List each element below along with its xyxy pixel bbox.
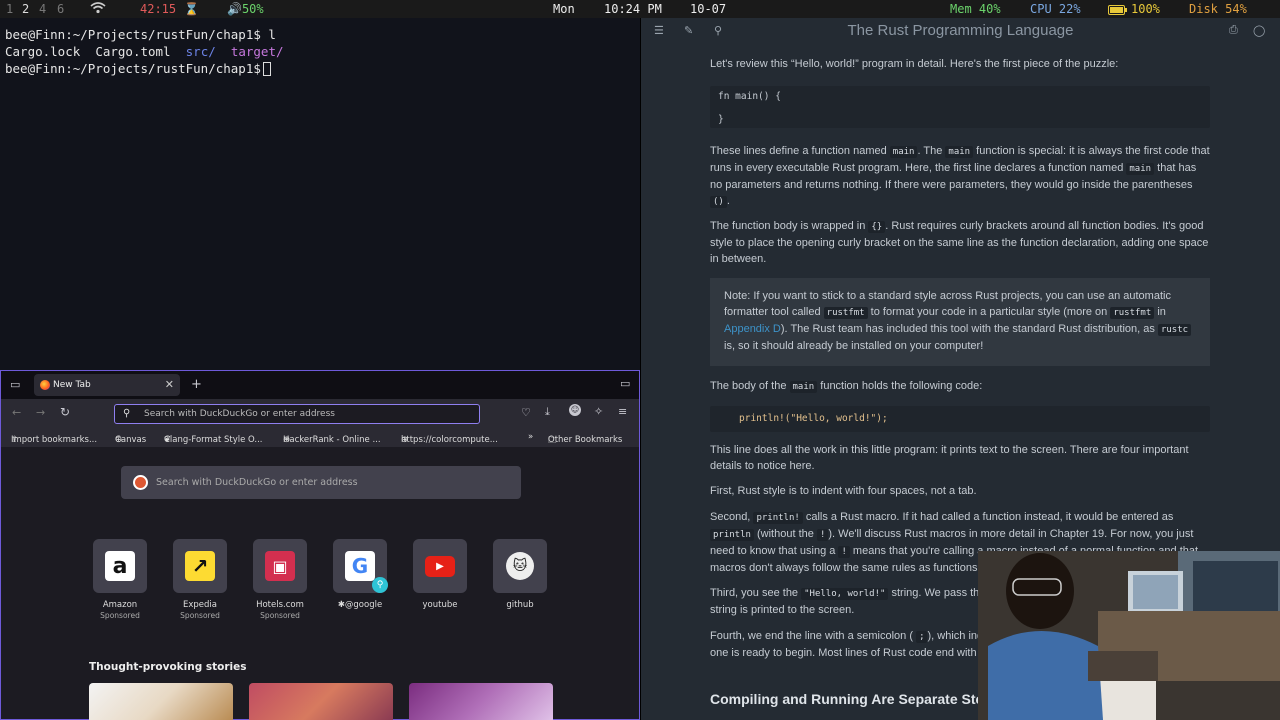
list-tabs-icon[interactable]: ▭ (620, 377, 630, 390)
book-header: ☰ ✎ ⚲ The Rust Programming Language ⎙ ◯ (641, 18, 1280, 44)
close-tab-icon[interactable]: ✕ (165, 378, 174, 391)
shortcut-label: Hotels.com (256, 600, 304, 610)
paragraph: First, Rust style is to indent with four… (710, 485, 977, 497)
shortcut-hotels[interactable]: ▣ Hotels.com Sponsored (245, 539, 315, 620)
search-icon: ⚲ (123, 408, 131, 419)
hourglass-icon: ⌛ (184, 2, 199, 16)
account-icon[interactable]: ☺ (569, 404, 581, 416)
battery-level: 100% (1131, 2, 1160, 16)
url-bar[interactable]: ⚲ Search with DuckDuckGo or enter addres… (114, 404, 480, 424)
amazon-icon: a (105, 551, 135, 581)
section-heading: Compiling and Running Are Separate Steps (710, 691, 1000, 707)
browser-window[interactable]: ▭ New Tab ✕ + ▭ ← → ↻ ♡ ⤓ ☺ ✧ ≡ ⚲ Search… (0, 370, 640, 720)
story-card-image[interactable] (89, 683, 233, 720)
shortcut-label: Amazon (102, 600, 138, 610)
timer: 42:15 (140, 2, 177, 16)
shortcut-label: ✱@google (337, 600, 383, 610)
date-label: 10-07 (690, 2, 727, 16)
shortcut-label: Expedia (183, 600, 217, 610)
status-bar: 1 2 4 6 42:15 ⌛ 🔊50% Mon 10:24 PM 10-07 … (0, 0, 1280, 18)
speaker-icon: 🔊 (227, 2, 242, 16)
memory-usage: Mem 40% (950, 2, 1001, 16)
webcam-overlay (978, 551, 1280, 720)
workspace-1[interactable]: 1 (6, 2, 13, 16)
code-block: println!("Hello, world!"); (710, 406, 1210, 432)
firefox-view-icon[interactable]: ▭ (10, 378, 20, 391)
download-icon[interactable]: ⤓ (545, 405, 550, 419)
terminal-window[interactable]: bee@Finn:~/Projects/rustFun/chap1$ l Car… (0, 18, 640, 370)
paragraph: The body of the main function holds the … (710, 380, 983, 393)
sponsored-label: Sponsored (100, 611, 140, 620)
print-icon[interactable]: ⎙ (1229, 24, 1238, 37)
shortcut-github[interactable]: 🐱 github (485, 539, 555, 610)
menu-icon[interactable]: ≡ (618, 405, 627, 418)
code-block: fn main() { } (710, 86, 1210, 128)
shortcut-label: youtube (422, 600, 458, 610)
day-label: Mon (553, 2, 575, 16)
pocket-icon[interactable]: ♡ (521, 406, 531, 419)
tab-new-tab[interactable]: New Tab ✕ (34, 374, 180, 396)
extensions-icon[interactable]: ✧ (594, 405, 603, 418)
bookmarks-toolbar: ⇪ Import bookmarks... ⊕ Canvas ❦ Clang-F… (1, 429, 639, 447)
duckduckgo-icon (133, 475, 148, 490)
clock: 10:24 PM (604, 2, 662, 16)
webcam-image (978, 551, 1280, 720)
hotels-icon: ▣ (265, 551, 295, 581)
workspace-4[interactable]: 4 (39, 2, 46, 16)
forward-icon[interactable]: → (36, 406, 45, 419)
expedia-icon: ↗ (185, 551, 215, 581)
paragraph: Let's review this “Hello, world!” progra… (710, 58, 1119, 70)
dir-entry: src/ (185, 44, 216, 59)
search-placeholder: Search with DuckDuckGo or enter address (156, 477, 358, 488)
paragraph: These lines define a function named main… (710, 145, 1210, 208)
workspace-2[interactable]: 2 (22, 2, 29, 16)
volume-indicator: 🔊50% (227, 2, 264, 16)
shortcut-amazon[interactable]: a Amazon Sponsored (85, 539, 155, 620)
cpu-usage: CPU 22% (1030, 2, 1081, 16)
terminal-line-1: bee@Finn:~/Projects/rustFun/chap1$ l (5, 27, 276, 42)
github-repo-icon[interactable]: ◯ (1253, 24, 1265, 37)
paragraph: The function body is wrapped in {}. Rust… (710, 220, 1209, 265)
google-icon: G (345, 551, 375, 581)
newtab-search-box[interactable]: Search with DuckDuckGo or enter address (121, 466, 521, 499)
new-tab-icon[interactable]: + (191, 377, 202, 392)
disk-usage: Disk 54% (1189, 2, 1247, 16)
back-icon[interactable]: ← (12, 406, 21, 419)
sponsored-label: Sponsored (180, 611, 220, 620)
shortcut-expedia[interactable]: ↗ Expedia Sponsored (165, 539, 235, 620)
appendix-d-link[interactable]: Appendix D (724, 323, 781, 335)
terminal-prompt[interactable]: bee@Finn:~/Projects/rustFun/chap1$ (5, 61, 271, 76)
dir-entry: target/ (230, 44, 284, 59)
sponsored-label: Sponsored (260, 611, 300, 620)
tab-strip: ▭ New Tab ✕ + ▭ (1, 371, 639, 399)
book-title: The Rust Programming Language (847, 22, 1074, 39)
reload-icon[interactable]: ↻ (60, 405, 70, 419)
terminal-ls-output: Cargo.lock Cargo.toml src/ target/ (5, 44, 284, 59)
github-icon: 🐱 (505, 551, 535, 581)
story-card-image[interactable] (409, 683, 553, 720)
tab-title: New Tab (53, 380, 91, 390)
battery-icon (1108, 4, 1128, 18)
url-placeholder: Search with DuckDuckGo or enter address (144, 409, 335, 419)
paragraph: This line does all the work in this litt… (710, 444, 1189, 472)
workspace-6[interactable]: 6 (57, 2, 64, 16)
shortcut-youtube[interactable]: ▶ youtube (405, 539, 475, 610)
file-entry: Cargo.toml (95, 44, 171, 59)
pin-icon: ✱ (337, 600, 345, 610)
firefox-icon (40, 380, 50, 390)
stories-heading: Thought-provoking stories (89, 661, 247, 673)
terminal-cursor (262, 62, 271, 76)
file-entry: Cargo.lock (5, 44, 81, 59)
wifi-icon (90, 1, 106, 17)
youtube-icon: ▶ (425, 551, 455, 581)
chevron-more-icon[interactable]: » (528, 432, 533, 442)
shortcut-google[interactable]: G ⚲ ✱@google (325, 539, 395, 610)
search-badge-icon: ⚲ (372, 577, 388, 593)
note-box: Note: If you want to stick to a standard… (710, 278, 1210, 366)
story-card-image[interactable] (249, 683, 393, 720)
shortcut-label: github (506, 600, 534, 610)
